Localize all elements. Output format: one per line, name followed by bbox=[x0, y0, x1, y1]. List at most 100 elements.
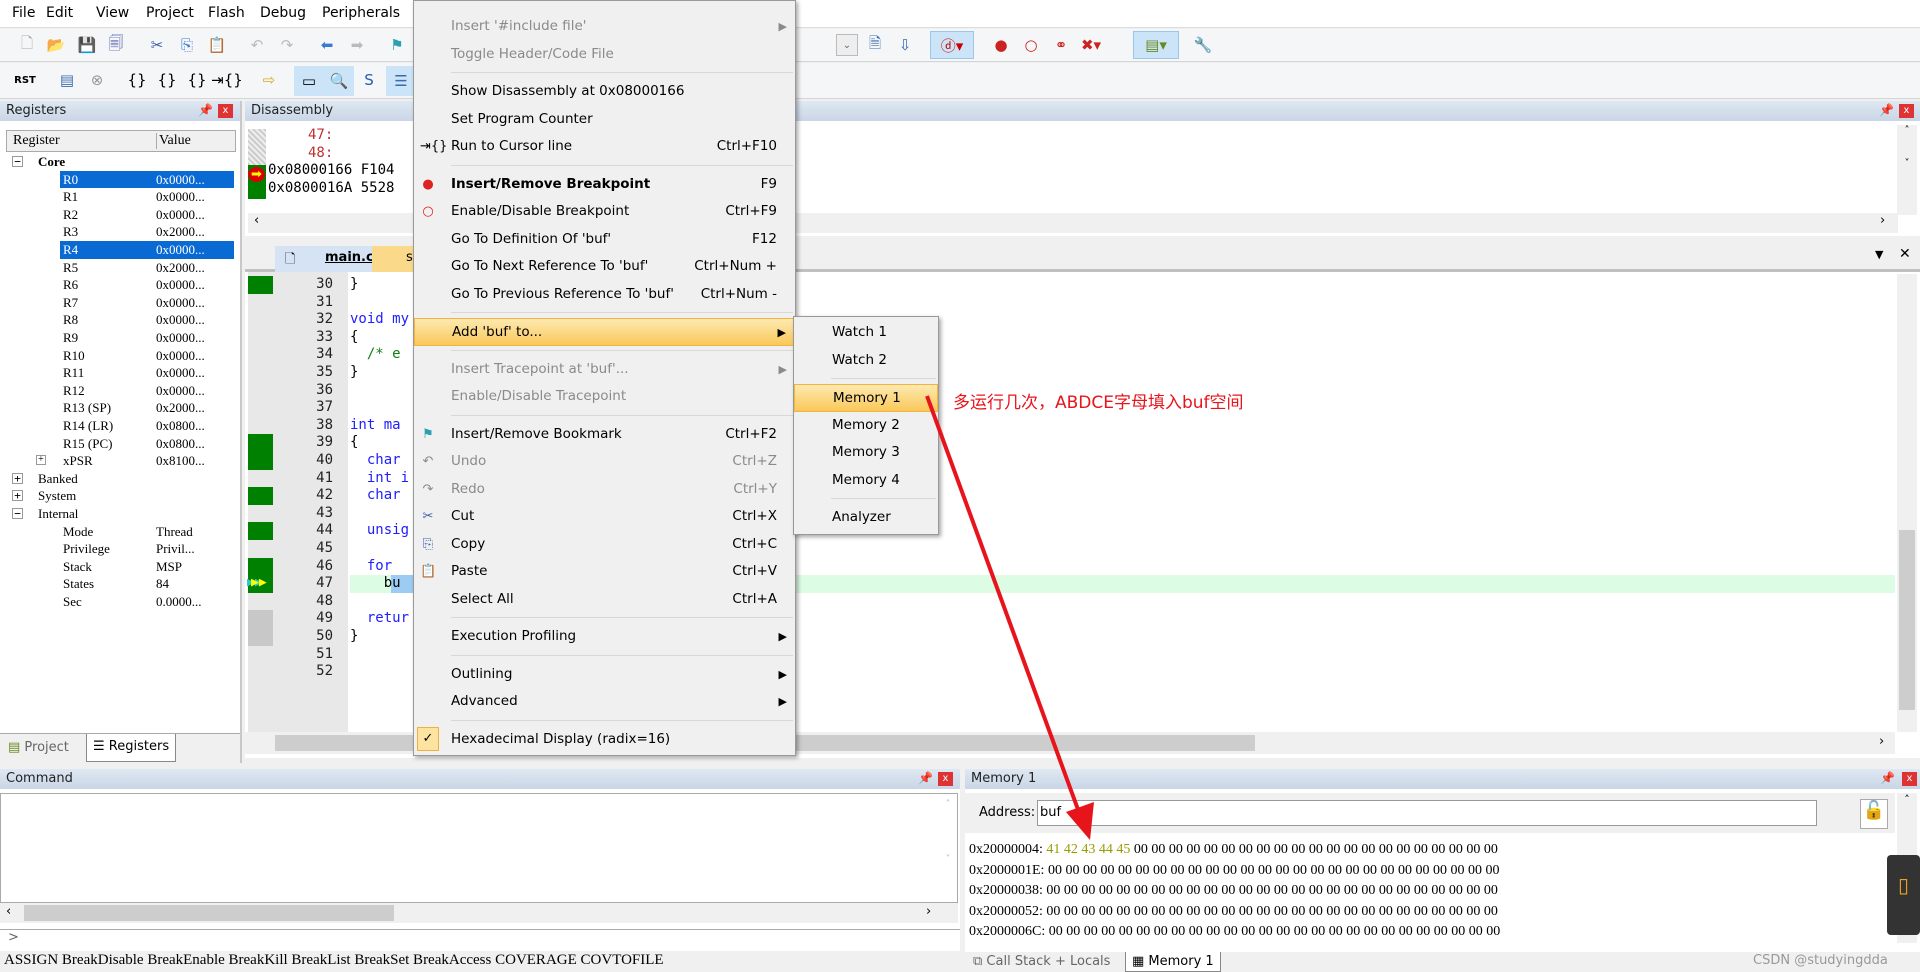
expand-toggle-icon[interactable]: + bbox=[12, 472, 23, 484]
disasm-line[interactable]: 0x0800016A 5528 bbox=[268, 180, 394, 198]
register-row[interactable]: R15 (PC) 0x0800... bbox=[0, 435, 236, 453]
menu-item-undo[interactable]: ↶ Undo Ctrl+Z bbox=[414, 448, 795, 476]
close-icon[interactable]: x bbox=[1902, 772, 1917, 786]
register-value[interactable]: 0x0000... bbox=[156, 383, 205, 399]
menu-flash[interactable]: Flash bbox=[208, 5, 245, 21]
menu-item-add-buf-to[interactable]: Add 'buf' to... ▶ bbox=[414, 318, 795, 346]
symbols-window-icon[interactable]: S bbox=[358, 69, 380, 91]
menu-item-toggle-header-code-file[interactable]: Toggle Header/Code File bbox=[414, 41, 795, 69]
expand-toggle-icon[interactable]: + bbox=[36, 455, 46, 466]
menu-item-enable-disable-tracepoint[interactable]: Enable/Disable Tracepoint bbox=[414, 383, 795, 411]
register-row[interactable]: R9 0x0000... bbox=[0, 329, 236, 347]
menu-item-cut[interactable]: ✂ Cut Ctrl+X bbox=[414, 503, 795, 531]
menu-item-go-to-previous-reference-to-buf[interactable]: Go To Previous Reference To 'buf' Ctrl+Nu… bbox=[414, 281, 795, 309]
register-value[interactable]: 0x2000... bbox=[156, 260, 205, 276]
register-group-internal[interactable]: − Internal bbox=[0, 505, 236, 523]
tab-registers[interactable]: ☰ Registers bbox=[86, 734, 177, 762]
menu-project[interactable]: Project bbox=[146, 5, 194, 21]
menu-item-copy[interactable]: ⎘ Copy Ctrl+C bbox=[414, 531, 795, 559]
run-icon[interactable]: ▤ bbox=[56, 69, 78, 91]
register-row[interactable]: R8 0x0000... bbox=[0, 311, 236, 329]
register-row[interactable]: R10 0x0000... bbox=[0, 347, 236, 365]
undo-icon[interactable]: ↶ bbox=[246, 34, 268, 56]
disable-all-breakpoints-icon[interactable]: ⚭ bbox=[1050, 34, 1072, 56]
register-value[interactable]: 0x2000... bbox=[156, 400, 205, 416]
stop-icon[interactable]: ⊗ bbox=[86, 69, 108, 91]
register-row[interactable]: R13 (SP) 0x2000... bbox=[0, 399, 236, 417]
step-icon[interactable]: {} bbox=[126, 69, 148, 91]
register-row[interactable]: R0 0x0000... bbox=[0, 170, 236, 189]
register-row[interactable]: R2 0x0000... bbox=[0, 206, 236, 224]
register-row[interactable]: R4 0x0000... bbox=[0, 241, 236, 259]
register-group-core[interactable]: − Core bbox=[0, 153, 236, 171]
menu-peripherals[interactable]: Peripherals bbox=[322, 5, 400, 21]
register-value[interactable]: 0x0000... bbox=[156, 312, 205, 328]
register-group-banked[interactable]: + Banked bbox=[0, 470, 236, 488]
memory-bytes[interactable]: 00 00 00 00 00 00 00 00 00 00 00 00 00 0… bbox=[1134, 842, 1498, 857]
tab-dropdown-icon[interactable]: ▼ bbox=[1875, 248, 1883, 261]
menu-item-advanced[interactable]: Advanced ▶ bbox=[414, 688, 795, 716]
register-row[interactable]: Mode Thread bbox=[0, 523, 236, 541]
close-icon[interactable]: ✕ bbox=[1899, 246, 1911, 262]
register-row[interactable]: Privilege Privil... bbox=[0, 540, 236, 558]
register-value[interactable]: 0x0000... bbox=[156, 365, 205, 381]
menu-item-run-to-cursor-line[interactable]: ⇥{} Run to Cursor line Ctrl+F10 bbox=[414, 133, 795, 161]
menu-item-insert-tracepoint-at-buf[interactable]: Insert Tracepoint at 'buf'... ▶ bbox=[414, 356, 795, 384]
menu-file[interactable]: File bbox=[12, 5, 35, 21]
step-over-icon[interactable]: {} bbox=[156, 69, 178, 91]
menu-item-watch-1[interactable]: Watch 1 bbox=[794, 319, 938, 347]
menu-edit[interactable]: Edit bbox=[46, 5, 73, 21]
column-register[interactable]: Register bbox=[13, 133, 157, 149]
open-folder-icon[interactable]: 📂 bbox=[45, 34, 67, 56]
menu-item-memory-4[interactable]: Memory 4 bbox=[794, 467, 938, 495]
memory-bytes[interactable]: 00 00 00 00 00 00 00 00 00 00 00 00 00 0… bbox=[1046, 883, 1498, 898]
register-value[interactable]: 84 bbox=[156, 576, 169, 592]
disasm-line[interactable]: 48: bbox=[268, 145, 394, 163]
menu-item-paste[interactable]: 📋 Paste Ctrl+V bbox=[414, 558, 795, 586]
menu-item-memory-3[interactable]: Memory 3 bbox=[794, 439, 938, 467]
register-value[interactable]: Thread bbox=[156, 524, 193, 540]
memory-row[interactable]: 0x2000001E: 00 00 00 00 00 00 00 00 00 0… bbox=[969, 863, 1499, 879]
menu-item-set-program-counter[interactable]: Set Program Counter bbox=[414, 106, 795, 134]
step-out-icon[interactable]: {} bbox=[186, 69, 208, 91]
command-input[interactable]: > bbox=[0, 929, 960, 951]
register-value[interactable]: 0x0000... bbox=[156, 207, 205, 223]
register-value[interactable]: 0x2000... bbox=[156, 224, 205, 240]
memory-bytes-changed[interactable]: 41 42 43 44 45 bbox=[1046, 842, 1130, 857]
kill-all-breakpoints-icon[interactable]: ✖▾ bbox=[1080, 34, 1102, 56]
memory-bytes[interactable]: 00 00 00 00 00 00 00 00 00 00 00 00 00 0… bbox=[1048, 863, 1500, 878]
run-to-cursor-icon[interactable]: ⇥{} bbox=[211, 69, 243, 91]
menu-view[interactable]: View bbox=[96, 5, 129, 21]
register-value[interactable]: 0x0800... bbox=[156, 418, 205, 434]
close-icon[interactable]: x bbox=[938, 772, 953, 786]
register-value[interactable]: 0x0000... bbox=[156, 242, 205, 258]
dropdown-icon[interactable]: ⌄ bbox=[836, 34, 858, 56]
menu-item-memory-1[interactable]: Memory 1 bbox=[794, 384, 938, 412]
memory-row[interactable]: 0x20000038: 00 00 00 00 00 00 00 00 00 0… bbox=[969, 883, 1498, 899]
disasm-line[interactable]: 47: bbox=[268, 127, 394, 145]
register-row[interactable]: R12 0x0000... bbox=[0, 382, 236, 400]
paste-icon[interactable]: 📋 bbox=[206, 34, 228, 56]
menu-item-select-all[interactable]: Select All Ctrl+A bbox=[414, 586, 795, 614]
column-value[interactable]: Value bbox=[159, 133, 191, 149]
find-icon[interactable]: ⇩ bbox=[894, 34, 916, 56]
disassembly-vscrollbar[interactable]: ˄ ˅ bbox=[1897, 125, 1917, 215]
cut-icon[interactable]: ✂ bbox=[146, 34, 168, 56]
command-window-icon[interactable]: ▭ bbox=[294, 66, 324, 96]
memory-row[interactable]: 0x20000052: 00 00 00 00 00 00 00 00 00 0… bbox=[969, 904, 1498, 920]
register-value[interactable]: 0.0000... bbox=[156, 594, 202, 610]
show-next-statement-icon[interactable]: ⇨ bbox=[258, 69, 280, 91]
forward-icon[interactable]: ➡ bbox=[346, 34, 368, 56]
save-all-icon[interactable]: 🗐 bbox=[105, 34, 127, 56]
menu-item-show-disassembly-at-0x08000166[interactable]: Show Disassembly at 0x08000166 bbox=[414, 78, 795, 106]
register-row[interactable]: R1 0x0000... bbox=[0, 188, 236, 206]
memory-bytes[interactable]: 00 00 00 00 00 00 00 00 00 00 00 00 00 0… bbox=[1046, 904, 1498, 919]
memory-bytes[interactable]: 00 00 00 00 00 00 00 00 00 00 00 00 00 0… bbox=[1049, 924, 1501, 939]
command-hscrollbar[interactable]: ‹ › bbox=[0, 903, 958, 923]
memory-row[interactable]: 0x2000006C: 00 00 00 00 00 00 00 00 00 0… bbox=[969, 924, 1500, 940]
redo-icon[interactable]: ↷ bbox=[276, 34, 298, 56]
menu-item-memory-2[interactable]: Memory 2 bbox=[794, 412, 938, 440]
copy-icon[interactable]: ⎘ bbox=[176, 34, 198, 56]
register-value[interactable]: 0x0800... bbox=[156, 436, 205, 452]
menu-item-watch-2[interactable]: Watch 2 bbox=[794, 347, 938, 375]
